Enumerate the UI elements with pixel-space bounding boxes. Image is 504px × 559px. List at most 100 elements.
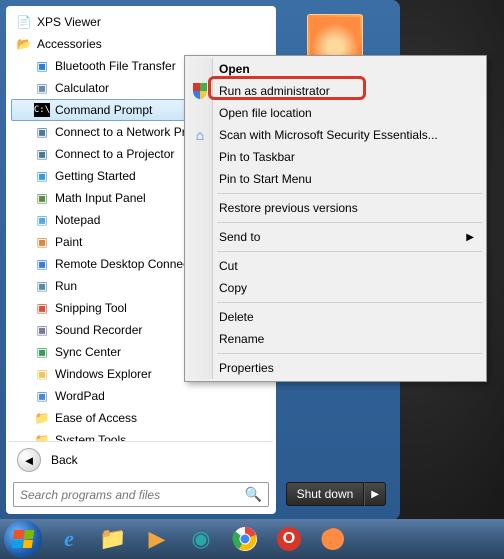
context-menu-item[interactable]: Open file location: [187, 102, 484, 124]
program-label: Bluetooth File Transfer: [55, 59, 176, 73]
context-menu-item[interactable]: Pin to Start Menu: [187, 168, 484, 190]
shutdown-group: Shut down ▶: [286, 482, 386, 506]
subfolder-item[interactable]: 📁 System Tools: [11, 429, 271, 441]
program-label: Paint: [55, 235, 82, 249]
subfolder-item[interactable]: 📁 Ease of Access: [11, 407, 271, 429]
sync-icon: ▣: [33, 343, 51, 361]
submenu-arrow-icon: ▶: [466, 232, 474, 243]
context-menu-label: Open file location: [219, 106, 312, 120]
getting-started-icon: ▣: [33, 167, 51, 185]
context-menu-item[interactable]: Run as administrator: [187, 80, 484, 102]
program-label: WordPad: [55, 389, 105, 403]
context-menu-label: Properties: [219, 361, 274, 375]
bluetooth-icon: ▣: [33, 57, 51, 75]
back-button[interactable]: ◄ Back: [9, 441, 273, 478]
context-menu-item[interactable]: Rename: [187, 328, 484, 350]
snip-icon: ▣: [33, 299, 51, 317]
program-label: Connect to a Projector: [55, 147, 174, 161]
program-label: Getting Started: [55, 169, 136, 183]
run-icon: ▣: [33, 277, 51, 295]
context-menu-item[interactable]: ⌂Scan with Microsoft Security Essentials…: [187, 124, 484, 146]
context-menu-item[interactable]: Open: [187, 58, 484, 80]
context-menu-label: Pin to Taskbar: [219, 150, 295, 164]
context-menu-separator: [217, 353, 482, 354]
program-label: Run: [55, 279, 77, 293]
taskbar-opera[interactable]: O: [268, 522, 310, 556]
taskbar-firefox[interactable]: [312, 522, 354, 556]
program-label: Command Prompt: [55, 103, 152, 117]
projector-icon: ▣: [33, 145, 51, 163]
app-teal-icon: ◉: [191, 526, 210, 552]
projector-icon: ▣: [33, 123, 51, 141]
program-label: Notepad: [55, 213, 100, 227]
notepad-icon: ▣: [33, 211, 51, 229]
start-button[interactable]: [4, 520, 42, 558]
file-explorer-icon: 📁: [99, 526, 126, 552]
explorer-icon: ▣: [33, 365, 51, 383]
folder-icon: 📂: [15, 35, 33, 53]
context-menu-label: Pin to Start Menu: [219, 172, 312, 186]
program-label: Connect to a Network Pro: [55, 125, 192, 139]
shutdown-button[interactable]: Shut down: [286, 482, 365, 506]
math-icon: ▣: [33, 189, 51, 207]
taskbar-chrome[interactable]: [224, 522, 266, 556]
context-menu-item[interactable]: Properties: [187, 357, 484, 379]
folder-label: Ease of Access: [55, 411, 137, 425]
context-menu-label: Run as administrator: [219, 84, 330, 98]
context-menu-separator: [217, 222, 482, 223]
program-label: Windows Explorer: [55, 367, 152, 381]
taskbar-app-teal[interactable]: ◉: [180, 522, 222, 556]
program-label: Sound Recorder: [55, 323, 142, 337]
back-label: Back: [51, 453, 78, 467]
context-menu-label: Scan with Microsoft Security Essentials.…: [219, 128, 438, 142]
taskbar: e 📁 ▶ ◉ O: [0, 519, 504, 559]
shield-icon: [191, 82, 209, 100]
chrome-icon: [232, 526, 258, 552]
context-menu-item[interactable]: Pin to Taskbar: [187, 146, 484, 168]
shutdown-menu-arrow[interactable]: ▶: [364, 482, 386, 506]
context-menu-item[interactable]: Restore previous versions: [187, 197, 484, 219]
folder-label: Accessories: [37, 37, 102, 51]
context-menu-label: Open: [219, 62, 250, 76]
context-menu: Open Run as administrator Open file locati…: [184, 55, 487, 382]
program-item[interactable]: ▣ WordPad: [11, 385, 271, 407]
context-menu-label: Delete: [219, 310, 254, 324]
ie-icon: e: [64, 526, 74, 552]
context-menu-label: Send to: [219, 230, 260, 244]
taskbar-file-explorer[interactable]: 📁: [92, 522, 134, 556]
firefox-icon: [320, 526, 346, 552]
mic-icon: ▣: [33, 321, 51, 339]
xps-icon: 📄: [15, 13, 33, 31]
windows-logo-icon: [12, 530, 35, 548]
program-label: XPS Viewer: [37, 15, 101, 29]
search-box[interactable]: 🔍: [13, 482, 269, 507]
search-input[interactable]: [20, 488, 245, 502]
opera-icon: O: [277, 527, 301, 551]
context-menu-separator: [217, 251, 482, 252]
search-icon: 🔍: [245, 486, 262, 503]
context-menu-item[interactable]: Delete: [187, 306, 484, 328]
folder-icon: 📁: [33, 431, 51, 441]
windows-media-player-icon: ▶: [149, 526, 166, 552]
program-label: Sync Center: [55, 345, 121, 359]
folder-icon: 📁: [33, 409, 51, 427]
context-menu-label: Cut: [219, 259, 238, 273]
taskbar-internet-explorer[interactable]: e: [48, 522, 90, 556]
program-label: Math Input Panel: [55, 191, 146, 205]
context-menu-item[interactable]: Send to ▶: [187, 226, 484, 248]
context-menu-separator: [217, 193, 482, 194]
program-xps-viewer[interactable]: 📄 XPS Viewer: [11, 11, 271, 33]
context-menu-item[interactable]: Copy: [187, 277, 484, 299]
paint-icon: ▣: [33, 233, 51, 251]
program-label: Calculator: [55, 81, 109, 95]
program-label: Remote Desktop Connectio: [55, 257, 202, 271]
back-arrow-icon: ◄: [17, 448, 41, 472]
context-menu-label: Restore previous versions: [219, 201, 358, 215]
context-menu-item[interactable]: Cut: [187, 255, 484, 277]
folder-label: System Tools: [55, 433, 126, 441]
cmd-icon: C:\: [33, 101, 51, 119]
taskbar-windows-media-player[interactable]: ▶: [136, 522, 178, 556]
calculator-icon: ▣: [33, 79, 51, 97]
folder-accessories[interactable]: 📂 Accessories: [11, 33, 271, 55]
wordpad-icon: ▣: [33, 387, 51, 405]
